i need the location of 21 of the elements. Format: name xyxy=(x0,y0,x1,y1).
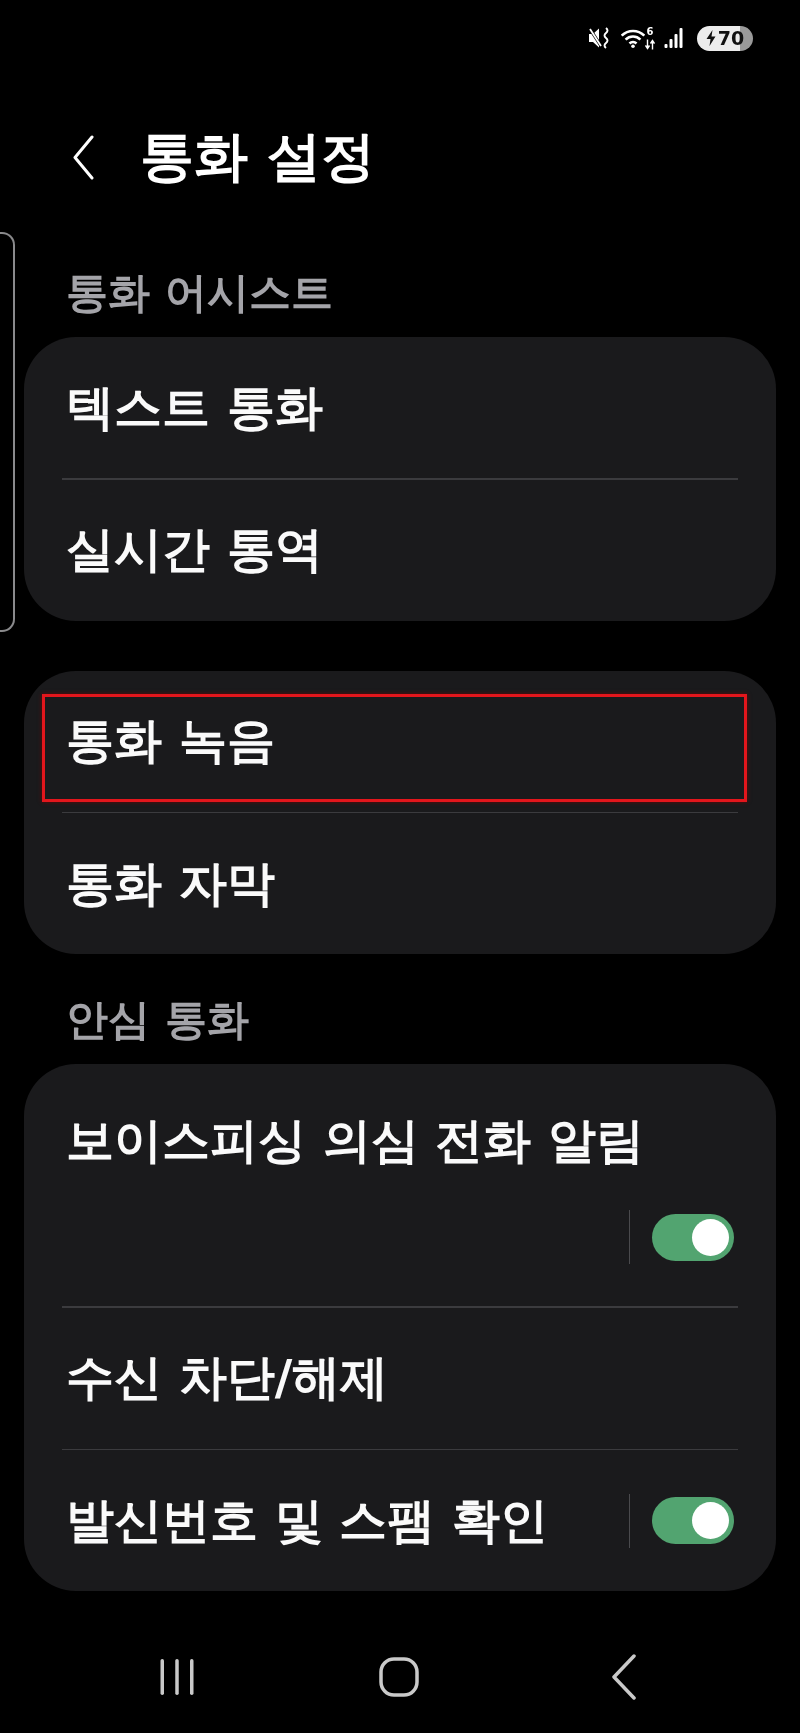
settings-item[interactable]: 통화 녹음 xyxy=(24,670,776,812)
settings-item[interactable]: 보이스피싱 의심 전화 알림 xyxy=(24,1064,776,1306)
home-icon[interactable] xyxy=(379,1656,419,1697)
settings-item[interactable]: 통화 자막 xyxy=(24,813,776,954)
wifi-icon xyxy=(621,28,645,48)
section-header: 안심 통화 xyxy=(66,1000,249,1040)
toggle-switch[interactable] xyxy=(652,1497,734,1544)
battery-level-text: 70 xyxy=(717,28,745,48)
settings-item[interactable]: 수신 차단/해제 xyxy=(24,1307,776,1449)
data-arrows-icon xyxy=(645,39,655,50)
wifi-standard-label: 6 xyxy=(646,26,654,37)
settings-item[interactable]: 실시간 통역 xyxy=(24,479,776,621)
toggle-switch[interactable] xyxy=(652,1213,734,1261)
edge-panel-handle[interactable] xyxy=(0,232,15,632)
settings-item[interactable]: 발신번호 및 스팸 확인 xyxy=(24,1450,776,1591)
back-icon[interactable] xyxy=(611,1653,637,1700)
section-header: 통화 어시스트 xyxy=(66,273,333,313)
settings-item[interactable]: 텍스트 통화 xyxy=(24,337,776,478)
signal-icon xyxy=(664,28,684,48)
recent-apps-icon[interactable] xyxy=(160,1657,194,1696)
page-title: 통화 설정 xyxy=(140,123,375,190)
